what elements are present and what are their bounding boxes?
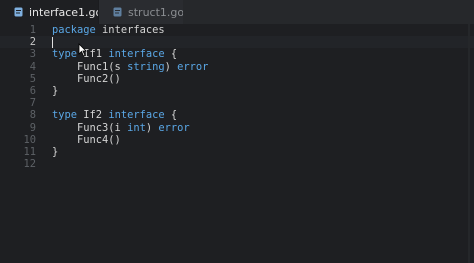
code-token: { bbox=[164, 109, 178, 122]
code-line[interactable]: 9 Func3(i int) error bbox=[0, 122, 474, 134]
code-line[interactable]: 11} bbox=[0, 146, 474, 158]
code-token: interfaces bbox=[95, 24, 165, 36]
line-number: 4 bbox=[29, 60, 36, 73]
code-line[interactable]: 12 bbox=[0, 158, 474, 170]
tab-struct1-go[interactable]: struct1.go bbox=[98, 0, 185, 24]
line-number: 10 bbox=[23, 133, 36, 146]
code-line[interactable]: 10 Func4() bbox=[0, 134, 474, 146]
code-token: Func4() bbox=[52, 133, 121, 146]
line-number: 9 bbox=[29, 121, 36, 134]
code-token: Func1(s bbox=[52, 60, 128, 73]
code-line[interactable]: 1 package interfaces bbox=[0, 24, 474, 36]
line-number: 3 bbox=[29, 48, 36, 61]
text-caret bbox=[52, 37, 53, 49]
code-line[interactable]: 7 bbox=[0, 97, 474, 109]
code-text: } bbox=[52, 85, 58, 97]
code-token: ) bbox=[145, 121, 159, 134]
line-number: 5 bbox=[29, 72, 36, 85]
code-line[interactable]: 6} bbox=[0, 85, 474, 97]
code-text: } bbox=[52, 146, 58, 158]
code-text: package interfaces bbox=[52, 24, 165, 36]
line-number: 12 bbox=[23, 158, 36, 171]
code-token: If2 bbox=[77, 109, 109, 122]
code-token: } bbox=[52, 85, 59, 97]
vertical-scrollbar[interactable] bbox=[468, 24, 470, 263]
code-text: Func3(i int) error bbox=[52, 122, 190, 134]
code-line[interactable]: 3 type If1 interface { bbox=[0, 48, 474, 60]
code-line[interactable]: 8 type If2 interface { bbox=[0, 109, 474, 121]
code-token: ) bbox=[164, 60, 178, 73]
line-number: 8 bbox=[29, 109, 36, 122]
code-text: Func1(s string) error bbox=[52, 61, 208, 73]
code-token: { bbox=[164, 48, 178, 61]
code-token: Func3(i bbox=[52, 121, 128, 134]
code-editor[interactable]: 1 package interfaces 2 3 type If1 interface … bbox=[0, 24, 474, 263]
line-number: 6 bbox=[29, 85, 36, 97]
line-number: 2 bbox=[29, 36, 36, 49]
keyword-token: interface bbox=[108, 109, 165, 122]
code-token: } bbox=[52, 146, 59, 158]
editor-window: interface1.go × struct1.go 1package inte… bbox=[0, 0, 474, 263]
keyword-token: package bbox=[52, 24, 96, 36]
tab-label: interface1.go bbox=[29, 5, 103, 19]
code-text: type If2 interface { bbox=[52, 109, 177, 121]
code-text: Func4() bbox=[52, 134, 121, 146]
tab-bar: interface1.go × struct1.go bbox=[0, 0, 474, 24]
go-file-icon bbox=[14, 7, 23, 17]
tab-interface1-go[interactable]: interface1.go × bbox=[0, 0, 121, 24]
tab-label: struct1.go bbox=[128, 5, 185, 19]
tab-bar-empty-space bbox=[183, 0, 474, 24]
code-text: Func2() bbox=[52, 73, 121, 85]
code-line[interactable]: 4 Func1(s string) error bbox=[0, 61, 474, 73]
code-token: Func2() bbox=[52, 72, 121, 85]
code-line[interactable]: 2 bbox=[0, 36, 474, 49]
line-number: 1 bbox=[29, 24, 36, 36]
keyword-token: error bbox=[177, 60, 209, 73]
keyword-token: string bbox=[127, 60, 165, 73]
keyword-token: int bbox=[127, 121, 146, 134]
mouse-pointer-icon bbox=[78, 42, 87, 61]
keyword-token: error bbox=[158, 121, 190, 134]
go-file-icon bbox=[113, 7, 122, 17]
keyword-token: interface bbox=[108, 48, 165, 61]
line-number: 7 bbox=[29, 97, 36, 110]
line-number: 11 bbox=[23, 146, 36, 158]
keyword-token: type bbox=[52, 48, 78, 61]
keyword-token: type bbox=[52, 109, 78, 122]
code-text: type If1 interface { bbox=[52, 48, 177, 60]
code-line[interactable]: 5 Func2() bbox=[0, 73, 474, 85]
